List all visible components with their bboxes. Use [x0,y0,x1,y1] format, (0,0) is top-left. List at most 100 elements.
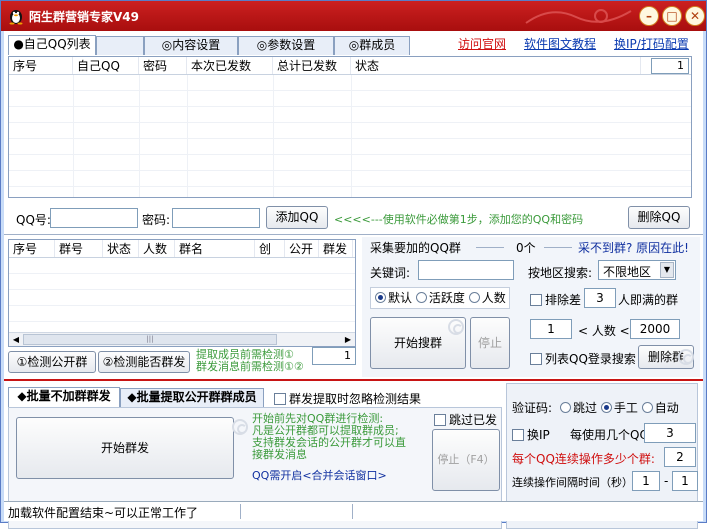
checkbox-icon[interactable] [530,294,542,306]
password-input[interactable] [172,208,260,228]
radio-icon[interactable] [600,402,612,413]
col-sent-total[interactable]: 总计已发数 [273,57,351,74]
interval-label: 连续操作间隔时间（秒） [512,476,633,489]
group-count-input[interactable]: 1 [312,347,356,365]
main-window: 陌生群营销专家V49 – □ ✕ ●自己QQ列表 ◎内容设置 ◎参数设置 ◎群成… [0,0,707,529]
interval-separator: - [664,474,669,488]
ignore-check-option[interactable]: 群发提取时忽略检测结果 [274,390,421,407]
title-bar[interactable]: 陌生群营销专家V49 – □ ✕ [1,1,706,31]
per-qq-label: 每使用几个QQ: [570,428,653,442]
exclude-value-input[interactable]: 3 [584,288,616,308]
ip-config-link[interactable]: 换IP/打码配置 [614,35,689,52]
checkbox-icon[interactable] [274,393,286,405]
checkbox-icon[interactable] [530,353,542,365]
sort-activity-label: 活跃度 [428,291,465,305]
sort-activity-option[interactable]: 活跃度 [415,291,465,305]
qq-page-input[interactable]: 1 [651,58,689,74]
swirl-decoration-icon [232,419,248,435]
decorative-swirl-icon [525,9,632,24]
per-qq-input[interactable]: 3 [644,423,696,443]
ignore-check-label: 群发提取时忽略检测结果 [289,392,422,406]
minimize-button[interactable]: – [639,6,659,26]
collect-title: 采集要加的QQ群 [370,241,461,255]
captcha-skip-label: 跳过 [573,401,598,415]
sort-members-option[interactable]: 人数 [468,291,506,305]
tab-content-settings[interactable]: ◎内容设置 [144,36,238,55]
consecutive-input[interactable]: 2 [664,447,696,467]
col-creator[interactable]: 创 [255,240,285,257]
group-table-body[interactable] [9,258,355,332]
change-ip-option[interactable]: 换IP [512,426,550,443]
consecutive-label: 每个QQ连续操作多少个群: [512,452,655,466]
radio-icon[interactable] [560,402,571,413]
checkbox-icon[interactable] [434,414,446,426]
not-found-reason-link[interactable]: 采不到群? 原因在此! [578,239,689,256]
col-sendable[interactable]: 群发 [319,240,353,257]
stop-send-button[interactable]: 停止（F4） [432,429,500,491]
col-password[interactable]: 密码 [139,57,187,74]
interval-from-input[interactable]: 1 [632,471,660,491]
region-select[interactable]: 不限地区 ▼ [598,260,676,280]
horizontal-scrollbar[interactable]: ◀ ||| ▶ [9,332,355,346]
merge-session-hint: QQ需开启<合并会话窗口> [252,469,387,482]
exclude-option[interactable]: 排除差 [530,291,581,308]
col-index[interactable]: 序号 [9,57,73,74]
tab-param-settings[interactable]: ◎参数设置 [238,36,334,55]
tab-group-members[interactable]: ◎群成员 [334,36,410,55]
visit-website-link[interactable]: 访问官网 [458,35,506,52]
maximize-button[interactable]: □ [662,6,682,26]
group-list-table[interactable]: 序号 群号 状态 人数 群名 创 公开 群发 ◀ ||| ▶ [8,239,356,347]
stop-search-button[interactable]: 停止 [470,317,510,369]
delete-qq-button[interactable]: 删除QQ [628,206,690,229]
status-text: 加载软件配置结束~可以正常工作了 [8,506,199,520]
tutorial-link[interactable]: 软件图文教程 [524,35,596,52]
captcha-manual-option[interactable]: 手工 [600,401,638,415]
col-index[interactable]: 序号 [9,240,55,257]
checkbox-icon[interactable] [512,429,524,441]
captcha-auto-option[interactable]: 自动 [641,401,679,415]
col-group-name[interactable]: 群名 [175,240,255,257]
radio-icon[interactable] [375,292,386,303]
list-qq-login-option[interactable]: 列表QQ登录搜索 [530,350,636,367]
col-group-number[interactable]: 群号 [55,240,103,257]
tab-batch-extract-members[interactable]: ◆批量提取公开群群成员 [120,388,264,407]
start-send-button[interactable]: 开始群发 [16,417,234,479]
sort-default-option[interactable]: 默认 [375,291,412,305]
tab-blank[interactable] [96,36,144,55]
radio-icon[interactable] [641,402,653,413]
region-search-label: 按地区搜索: [528,266,593,280]
col-member-count[interactable]: 人数 [139,240,175,257]
col-status[interactable]: 状态 [103,240,139,257]
keyword-input[interactable] [418,260,514,280]
col-status[interactable]: 状态 [351,57,641,74]
status-divider [240,504,241,519]
scroll-left-arrow-icon[interactable]: ◀ [10,334,22,345]
password-label: 密码: [142,213,171,227]
close-button[interactable]: ✕ [685,6,705,26]
check-sendable-button[interactable]: ②检测能否群发 [98,351,190,373]
swirl-decoration-icon [678,349,694,365]
tab-own-qq-list[interactable]: ●自己QQ列表 [8,35,96,55]
interval-to-input[interactable]: 1 [672,471,698,491]
group-table-header: 序号 群号 状态 人数 群名 创 公开 群发 [9,240,355,258]
tab-batch-send[interactable]: ◆批量不加群群发 [8,387,120,407]
qq-list-table[interactable]: 序号 自己QQ 密码 本次已发数 总计已发数 状态 1 [8,56,692,198]
dropdown-arrow-icon[interactable]: ▼ [660,262,674,278]
qq-table-body[interactable] [9,75,691,197]
max-members-input[interactable]: 2000 [630,319,680,339]
exclude-suffix: 人即满的群 [618,293,679,307]
col-own-qq[interactable]: 自己QQ [73,57,139,74]
col-sent-this-time[interactable]: 本次已发数 [187,57,273,74]
captcha-skip-option[interactable]: 跳过 [560,401,597,415]
col-public[interactable]: 公开 [285,240,319,257]
check-public-groups-button[interactable]: ①检测公开群 [8,351,96,373]
qq-number-input[interactable] [50,208,138,228]
radio-icon[interactable] [468,292,480,303]
swirl-decoration-icon [448,319,464,335]
add-qq-button[interactable]: 添加QQ [266,206,328,229]
skip-sent-option[interactable]: 跳过已发 [434,411,497,428]
scroll-right-arrow-icon[interactable]: ▶ [342,334,354,345]
scroll-thumb[interactable]: ||| [23,334,277,345]
radio-icon[interactable] [415,292,427,303]
min-members-input[interactable]: 1 [530,319,572,339]
